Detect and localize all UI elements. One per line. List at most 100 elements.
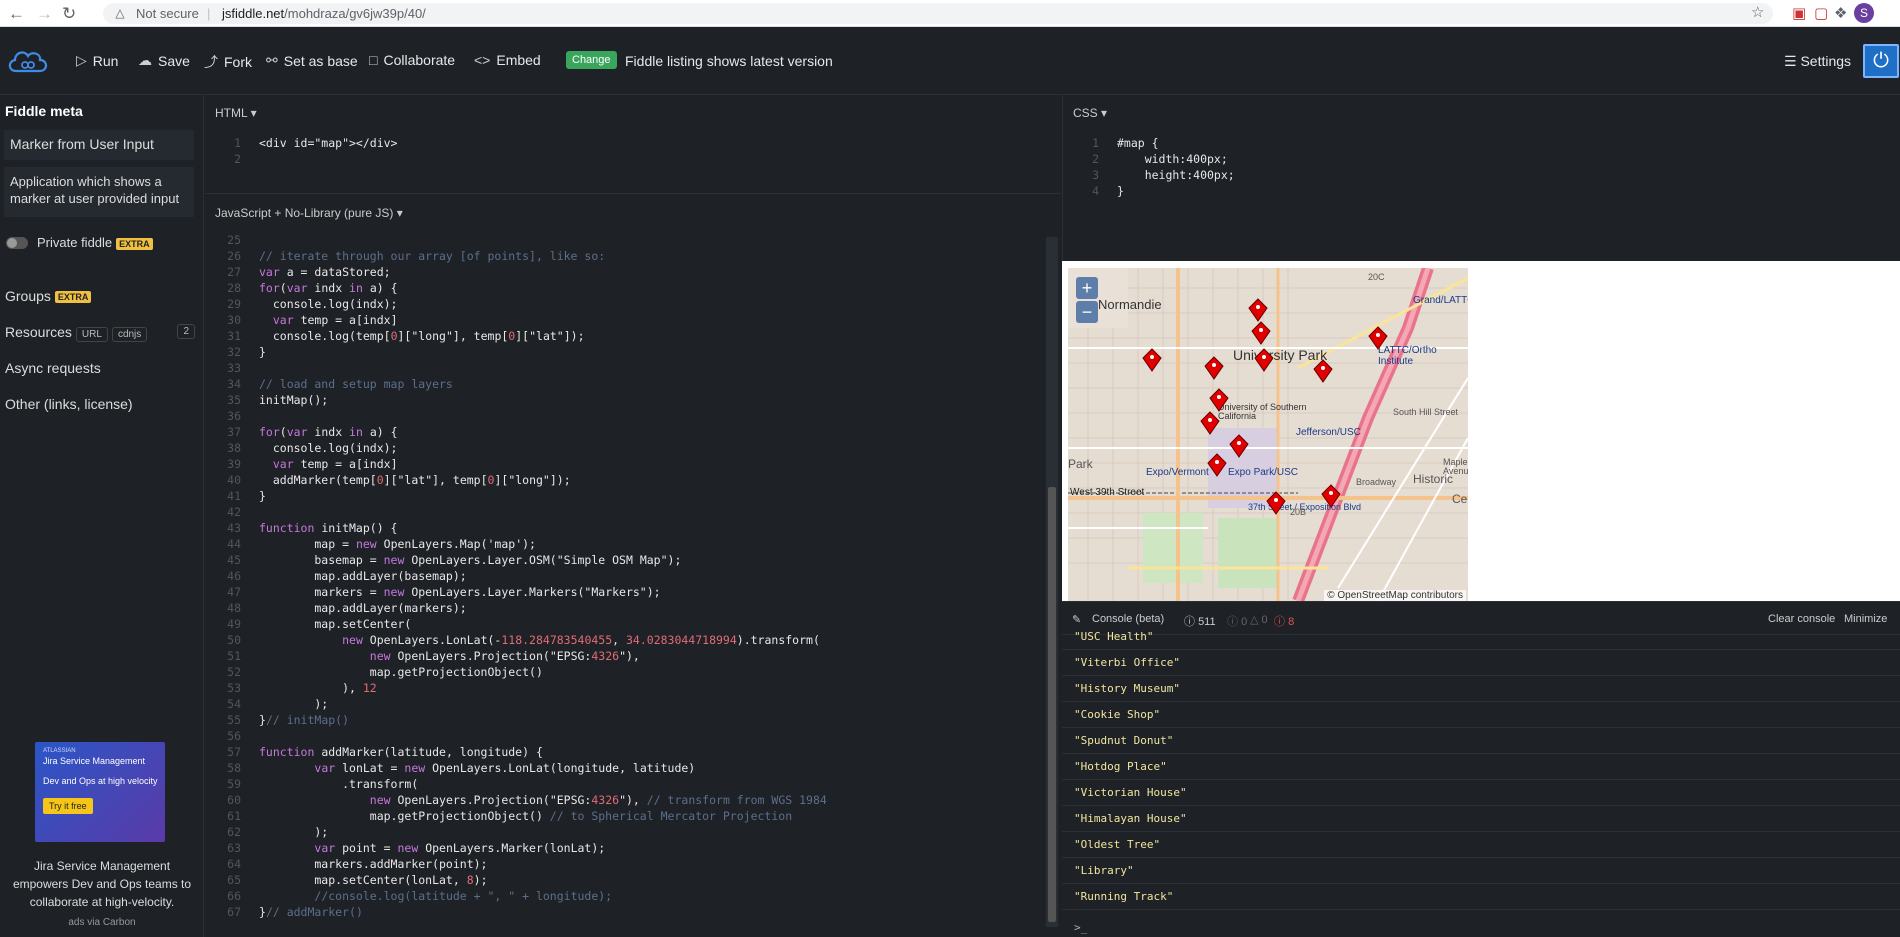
js-code-line[interactable]: 40 addMarker(temp[0]["lat"], temp[0]["lo…: [219, 472, 827, 488]
js-code-line[interactable]: 38 console.log(indx);: [219, 440, 827, 456]
js-code-line[interactable]: 55}// initMap(): [219, 712, 827, 728]
js-code-line[interactable]: 28 for(var indx in a) {: [219, 280, 827, 296]
js-code-line[interactable]: 26 // iterate through our array [of point…: [219, 248, 827, 264]
js-code-line[interactable]: 54 );: [219, 696, 827, 712]
js-code-line[interactable]: 65 map.setCenter(lonLat, 8);: [219, 872, 827, 888]
map-marker-icon[interactable]: [1204, 356, 1224, 380]
js-code-line[interactable]: 45 basemap = new OpenLayers.Layer.OSM("S…: [219, 552, 827, 568]
bookmark-star-icon[interactable]: ☆: [1751, 3, 1764, 21]
js-code-line[interactable]: 49 map.setCenter(: [219, 616, 827, 632]
extension-icon-2[interactable]: ▢: [1814, 4, 1828, 22]
js-code-line[interactable]: 25: [219, 232, 827, 248]
map-marker-icon[interactable]: [1248, 298, 1268, 322]
js-code-line[interactable]: 56: [219, 728, 827, 744]
html-editor[interactable]: HTML ▾ 1 <div id="map"></div> 2: [205, 95, 1061, 194]
css-code-line[interactable]: 4}: [1077, 183, 1235, 199]
js-code-line[interactable]: 62 );: [219, 824, 827, 840]
back-icon[interactable]: ←: [8, 4, 25, 24]
map-marker-icon[interactable]: [1142, 348, 1162, 372]
js-editor[interactable]: JavaScript + No-Library (pure JS) ▾ 25 26…: [205, 194, 1061, 937]
reload-icon[interactable]: ↻: [62, 4, 76, 24]
js-code-line[interactable]: 42: [219, 504, 827, 520]
osm-map[interactable]: + − Normandie University Park University o…: [1068, 268, 1468, 601]
map-marker-icon[interactable]: [1313, 359, 1333, 383]
puzzle-icon[interactable]: ❖: [1834, 4, 1847, 22]
js-code-line[interactable]: 33: [219, 360, 827, 376]
embed-button[interactable]: <> Embed: [474, 52, 541, 68]
map-marker-icon[interactable]: [1229, 434, 1249, 458]
jsfiddle-logo[interactable]: [6, 45, 50, 77]
map-marker-icon[interactable]: [1321, 484, 1341, 508]
power-icon[interactable]: ⏻: [1863, 44, 1899, 78]
url-text[interactable]: jsfiddle.net/mohdraza/gv6jw39p/40/: [222, 6, 426, 21]
change-badge[interactable]: Change: [566, 51, 617, 69]
js-scrollbar-thumb[interactable]: [1048, 487, 1056, 922]
sidebar-item-groups[interactable]: Groups EXTRA: [5, 288, 92, 304]
sidebar-item-async[interactable]: Async requests: [5, 360, 101, 376]
map-marker-icon[interactable]: [1207, 453, 1227, 477]
map-marker-icon[interactable]: [1368, 326, 1388, 350]
js-code-line[interactable]: 52 map.getProjectionObject(): [219, 664, 827, 680]
minimize-console-button[interactable]: Minimize: [1844, 613, 1887, 625]
map-marker-icon[interactable]: [1251, 321, 1271, 345]
console-prompt[interactable]: >_: [1074, 921, 1087, 934]
css-code[interactable]: 1 #map {2 width:400px; 3 height:400px; 4}: [1077, 135, 1235, 199]
js-code-line[interactable]: 41}: [219, 488, 827, 504]
js-code-line[interactable]: 34 // load and setup map layers: [219, 376, 827, 392]
address-bar[interactable]: △ Not secure | jsfiddle.net/mohdraza/gv6…: [103, 3, 1773, 24]
js-code-line[interactable]: 39 var temp = a[indx]: [219, 456, 827, 472]
ad-text[interactable]: Jira Service Management empowers Dev and…: [8, 857, 196, 911]
ad-by-link[interactable]: ads via Carbon: [0, 917, 204, 928]
map-marker-icon[interactable]: [1200, 411, 1220, 435]
js-code-line[interactable]: 36: [219, 408, 827, 424]
js-code-line[interactable]: 48 map.addLayer(markers);: [219, 600, 827, 616]
ad-image[interactable]: ATLASSIAN Jira Service Management Dev an…: [35, 742, 165, 842]
private-toggle[interactable]: [6, 237, 28, 249]
ad-try-button[interactable]: Try it free: [43, 798, 93, 814]
css-code-line[interactable]: 1 #map {: [1077, 135, 1235, 151]
js-code-line[interactable]: 64 markers.addMarker(point);: [219, 856, 827, 872]
extension-icon[interactable]: ▣: [1792, 4, 1806, 22]
html-code-line[interactable]: 1 <div id="map"></div>: [219, 135, 397, 151]
js-code-line[interactable]: 44 map = new OpenLayers.Map('map');: [219, 536, 827, 552]
js-code-line[interactable]: 51 new OpenLayers.Projection("EPSG:4326"…: [219, 648, 827, 664]
collaborate-button[interactable]: □ Collaborate: [369, 52, 455, 68]
js-code-line[interactable]: 59 .transform(: [219, 776, 827, 792]
js-code-line[interactable]: 50 new OpenLayers.LonLat(-118.2847835404…: [219, 632, 827, 648]
clear-console-button[interactable]: Clear console: [1768, 613, 1835, 625]
js-code-line[interactable]: 58 var lonLat = new OpenLayers.LonLat(lo…: [219, 760, 827, 776]
map-marker-icon[interactable]: [1209, 388, 1229, 412]
js-code-line[interactable]: 67}// addMarker(): [219, 904, 827, 920]
js-code-line[interactable]: 57 function addMarker(latitude, longitude…: [219, 744, 827, 760]
js-code-line[interactable]: 60 new OpenLayers.Projection("EPSG:4326"…: [219, 792, 827, 808]
js-code-line[interactable]: 31 console.log(temp[0]["long"], temp[0][…: [219, 328, 827, 344]
js-code-line[interactable]: 30 var temp = a[indx]: [219, 312, 827, 328]
fiddle-description-input[interactable]: Application which shows a marker at user…: [4, 167, 194, 217]
js-code-line[interactable]: 32}: [219, 344, 827, 360]
js-code-line[interactable]: 29 console.log(indx);: [219, 296, 827, 312]
js-code[interactable]: 25 26 // iterate through our array [of poi…: [219, 232, 827, 920]
js-code-line[interactable]: 63 var point = new OpenLayers.Marker(lon…: [219, 840, 827, 856]
map-zoom-out-button[interactable]: −: [1076, 301, 1098, 323]
save-button[interactable]: ☁ Save: [138, 52, 190, 69]
map-marker-icon[interactable]: [1266, 491, 1286, 515]
html-code[interactable]: 1 <div id="map"></div> 2: [219, 135, 397, 167]
css-code-line[interactable]: 2 width:400px;: [1077, 151, 1235, 167]
css-code-line[interactable]: 3 height:400px;: [1077, 167, 1235, 183]
html-code-line[interactable]: 2: [219, 151, 397, 167]
html-panel-header[interactable]: HTML ▾: [215, 106, 257, 120]
js-code-line[interactable]: 66 //console.log(latitude + ", " + longi…: [219, 888, 827, 904]
profile-avatar[interactable]: S: [1854, 3, 1874, 23]
js-code-line[interactable]: 35 initMap();: [219, 392, 827, 408]
cdnjs-pill[interactable]: cdnjs: [111, 327, 148, 342]
map-zoom-in-button[interactable]: +: [1076, 277, 1098, 299]
sidebar-item-resources[interactable]: Resources URL cdnjs 2: [5, 324, 195, 342]
map-marker-icon[interactable]: [1254, 348, 1274, 372]
fork-button[interactable]: ⤴ Fork: [204, 52, 252, 72]
settings-button[interactable]: ☰ Settings: [1784, 53, 1851, 70]
js-code-line[interactable]: 61 map.getProjectionObject() // to Spher…: [219, 808, 827, 824]
url-pill[interactable]: URL: [75, 327, 108, 342]
sidebar-item-other[interactable]: Other (links, license): [5, 396, 133, 412]
js-code-line[interactable]: 27 var a = dataStored;: [219, 264, 827, 280]
js-panel-header[interactable]: JavaScript + No-Library (pure JS) ▾: [215, 206, 403, 220]
